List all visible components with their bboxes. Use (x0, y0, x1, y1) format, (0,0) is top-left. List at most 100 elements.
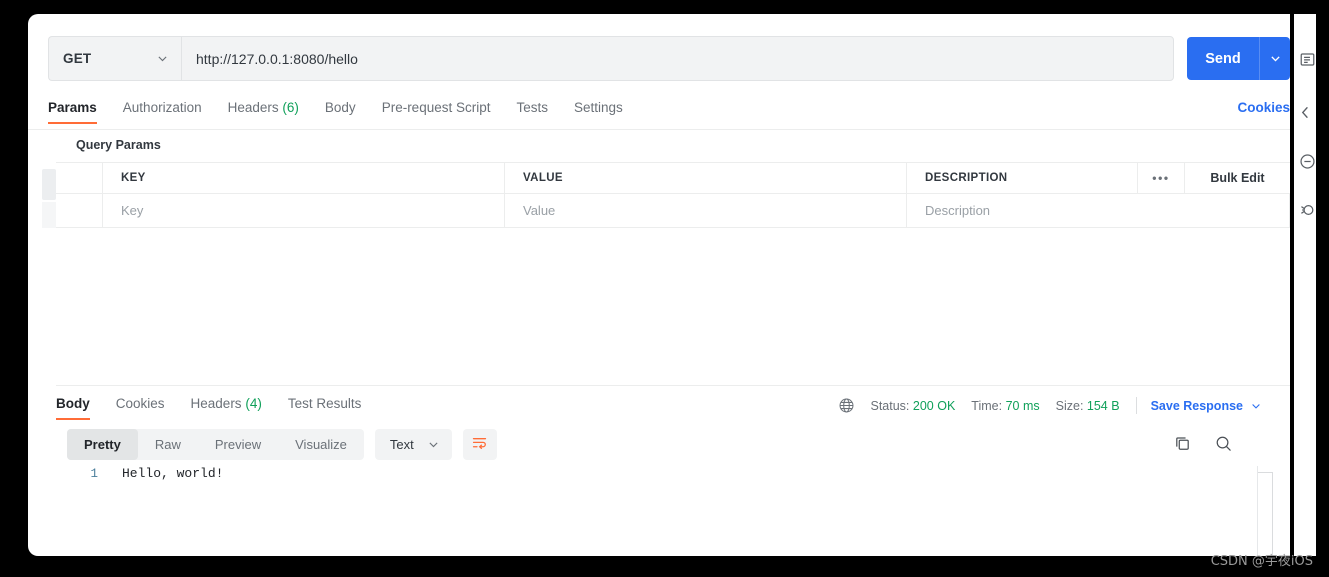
response-view-mode-group: Pretty Raw Preview Visualize (67, 429, 364, 460)
tab-headers-label: Headers (228, 100, 279, 115)
cookies-link[interactable]: Cookies (1237, 100, 1290, 115)
column-header-value: VALUE (523, 172, 563, 184)
query-params-table-header: KEY VALUE DESCRIPTION ••• Bulk Edit (56, 163, 1290, 194)
line-number: 1 (56, 467, 106, 481)
tab-pre-request-script[interactable]: Pre-request Script (382, 96, 491, 124)
size-label: Size: (1056, 399, 1084, 413)
save-response-chevron-down-icon[interactable] (1250, 400, 1262, 412)
postman-request-window: GET http://127.0.0.1:8080/hello Send Par… (28, 14, 1290, 556)
tab-settings-label: Settings (574, 100, 623, 115)
response-tab-headers-count: (4) (245, 396, 262, 411)
info-circle-icon[interactable] (1298, 152, 1317, 171)
time-label: Time: (971, 399, 1002, 413)
save-response-label: Save Response (1151, 399, 1243, 413)
bulk-edit-button[interactable]: Bulk Edit (1185, 163, 1290, 193)
tab-params[interactable]: Params (48, 96, 97, 124)
column-header-description: DESCRIPTION (925, 172, 1007, 184)
response-tab-test-results-label: Test Results (288, 396, 362, 411)
meta-divider (1136, 397, 1137, 414)
view-mode-preview[interactable]: Preview (198, 429, 278, 460)
row-description-input[interactable]: Description (907, 194, 1290, 227)
response-body-toolbar: Pretty Raw Preview Visualize Text (67, 429, 497, 460)
tab-body[interactable]: Body (325, 96, 356, 124)
code-line: 1 Hello, world! (56, 466, 1290, 486)
send-button[interactable]: Send (1187, 51, 1259, 67)
row-value-input[interactable]: Value (505, 194, 907, 227)
status-label: Status: (871, 399, 910, 413)
row-description-placeholder: Description (925, 203, 990, 218)
request-url-input[interactable]: http://127.0.0.1:8080/hello (181, 36, 1174, 81)
table-scroll-track (42, 202, 56, 228)
tab-authorization[interactable]: Authorization (123, 96, 202, 124)
tab-headers[interactable]: Headers (6) (228, 96, 299, 124)
query-params-table: KEY VALUE DESCRIPTION ••• Bulk Edit Key … (56, 162, 1290, 228)
ellipsis-icon: ••• (1152, 175, 1169, 181)
response-tab-body[interactable]: Body (56, 392, 90, 420)
row-checkbox-cell[interactable] (56, 194, 103, 227)
tab-authorization-label: Authorization (123, 100, 202, 115)
table-scroll-indicator[interactable] (42, 169, 56, 200)
screen-root: GET http://127.0.0.1:8080/hello Send Par… (0, 0, 1329, 577)
wrap-lines-button[interactable] (463, 429, 497, 460)
http-method-select[interactable]: GET (48, 36, 181, 81)
watermark: CSDN @宇夜iOS (1211, 550, 1313, 569)
time-value: 70 ms (1006, 399, 1040, 413)
response-tab-cookies[interactable]: Cookies (116, 392, 165, 420)
response-scrollbar-track[interactable] (1257, 466, 1258, 556)
save-response-button[interactable]: Save Response (1151, 399, 1262, 413)
response-scrollbar-thumb[interactable] (1272, 472, 1273, 556)
format-chevron-down-icon (427, 438, 440, 451)
response-meta-bar: Status: 200 OK Time: 70 ms Size: 154 B S… (838, 397, 1263, 414)
status-value: 200 OK (913, 399, 955, 413)
window-right-mask (1316, 0, 1329, 577)
bulk-edit-label: Bulk Edit (1210, 171, 1264, 185)
size-value: 154 B (1087, 399, 1120, 413)
column-header-key: KEY (121, 172, 146, 184)
tab-settings[interactable]: Settings (574, 96, 623, 124)
size-label-group: Size: 154 B (1056, 399, 1120, 413)
response-tab-body-label: Body (56, 396, 90, 411)
view-mode-raw[interactable]: Raw (138, 429, 198, 460)
tab-headers-count: (6) (282, 100, 299, 115)
tab-tests[interactable]: Tests (516, 96, 548, 124)
row-key-input[interactable]: Key (103, 194, 505, 227)
response-body-actions (1173, 434, 1233, 453)
response-tab-test-results[interactable]: Test Results (288, 392, 362, 420)
wrap-text-icon (471, 434, 488, 456)
request-tabs-divider (28, 129, 1290, 130)
response-format-select[interactable]: Text (375, 429, 452, 460)
query-params-title: Query Params (76, 138, 161, 152)
search-icon[interactable] (1214, 434, 1233, 453)
tab-body-label: Body (325, 100, 356, 115)
table-more-options-button[interactable]: ••• (1138, 163, 1185, 193)
response-body-content[interactable]: 1 Hello, world! (56, 466, 1290, 556)
view-mode-visualize[interactable]: Visualize (278, 429, 364, 460)
status-label-group: Status: 200 OK (871, 399, 956, 413)
tab-params-label: Params (48, 100, 97, 115)
row-value-placeholder: Value (523, 203, 555, 218)
row-key-placeholder: Key (121, 203, 143, 218)
time-label-group: Time: 70 ms (971, 399, 1039, 413)
comments-icon[interactable] (1298, 103, 1317, 122)
line-text: Hello, world! (106, 466, 223, 481)
response-tab-bar: Body Cookies Headers (4) Test Results (56, 392, 387, 420)
response-format-label: Text (390, 437, 414, 452)
response-tab-headers-label: Headers (191, 396, 242, 411)
code-snippet-icon[interactable] (1298, 200, 1317, 219)
send-button-group[interactable]: Send (1187, 37, 1290, 80)
view-mode-pretty[interactable]: Pretty (67, 429, 138, 460)
table-row[interactable]: Key Value Description (56, 194, 1290, 227)
header-checkbox-cell (56, 163, 103, 193)
copy-icon[interactable] (1173, 434, 1192, 453)
globe-icon (838, 397, 855, 414)
response-tab-headers[interactable]: Headers (4) (191, 392, 262, 420)
request-tab-bar: Params Authorization Headers (6) Body Pr… (48, 96, 1290, 129)
request-url-bar: GET http://127.0.0.1:8080/hello Send (48, 36, 1290, 81)
response-scrollbar-cap (1257, 472, 1273, 473)
documentation-icon[interactable] (1298, 50, 1317, 69)
send-options-chevron-down-icon[interactable] (1260, 52, 1290, 65)
tab-tests-label: Tests (516, 100, 548, 115)
response-tab-cookies-label: Cookies (116, 396, 165, 411)
request-response-divider[interactable] (56, 385, 1290, 386)
tab-pre-request-script-label: Pre-request Script (382, 100, 491, 115)
